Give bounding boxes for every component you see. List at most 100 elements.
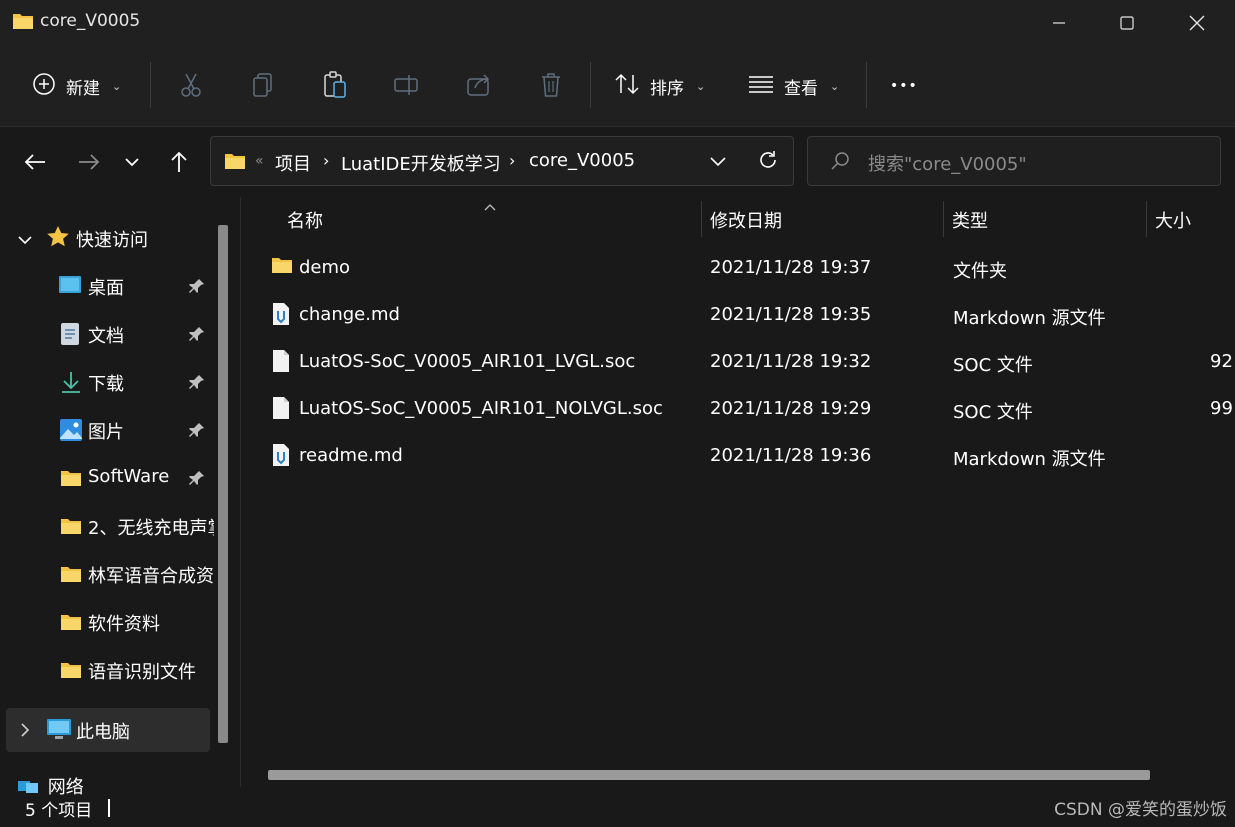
close-button[interactable] — [1163, 0, 1231, 46]
sidebar-item-label: 语音识别文件 — [88, 662, 196, 683]
search-icon — [830, 151, 850, 175]
file-size: 92 — [1210, 351, 1233, 372]
breadcrumb-overflow[interactable]: « — [255, 153, 264, 169]
chevron-down-icon: ⌄ — [112, 79, 122, 93]
download-icon — [60, 370, 82, 398]
view-button[interactable]: 查看 ⌄ — [748, 64, 839, 108]
sidebar-item-this-pc[interactable]: 此电脑 — [6, 708, 210, 752]
window-title: core_V0005 — [40, 11, 141, 31]
column-header-type[interactable]: 类型 — [952, 207, 988, 233]
file-name: LuatOS-SoC_V0005_AIR101_LVGL.soc — [299, 351, 636, 372]
markdown-file-icon — [271, 443, 291, 471]
column-divider[interactable] — [701, 201, 702, 237]
sort-button[interactable]: 排序 ⌄ — [614, 64, 705, 108]
sidebar-item-label: SoftWare — [88, 466, 170, 487]
search-input[interactable]: 搜索"core_V0005" — [868, 150, 1027, 176]
file-name: LuatOS-SoC_V0005_AIR101_NOLVGL.soc — [299, 398, 663, 419]
sidebar-item-desktop[interactable]: 桌面 — [0, 264, 216, 308]
chevron-down-icon[interactable] — [18, 230, 32, 249]
file-row[interactable]: LuatOS-SoC_V0005_AIR101_LVGL.soc 2021/11… — [263, 341, 1233, 385]
chevron-down-icon: ⌄ — [830, 79, 840, 93]
column-header-name[interactable]: 名称 — [287, 207, 323, 233]
sidebar-item-quick-access[interactable]: 快速访问 — [0, 216, 216, 260]
breadcrumb-item[interactable]: core_V0005 — [529, 150, 635, 171]
pin-icon[interactable] — [188, 373, 206, 395]
pin-icon[interactable] — [188, 277, 206, 299]
file-type: 文件夹 — [953, 261, 1007, 282]
status-bar: 网络 5 个项目 CSDN @爱笑的蛋炒饭 — [0, 777, 1235, 827]
column-header-modified[interactable]: 修改日期 — [710, 207, 782, 233]
new-button[interactable]: 新建 ⌄ — [32, 64, 121, 108]
chevron-right-icon[interactable] — [20, 722, 30, 741]
pin-icon[interactable] — [188, 325, 206, 347]
delete-icon[interactable] — [536, 70, 566, 100]
file-row[interactable]: change.md 2021/11/28 19:35 Markdown 源文件 — [263, 294, 1223, 338]
sidebar-item-software-docs[interactable]: 软件资料 — [0, 600, 216, 644]
title-bar[interactable]: core_V0005 — [0, 0, 1235, 46]
folder-icon — [59, 516, 83, 540]
file-modified: 2021/11/28 19:32 — [710, 351, 872, 372]
sidebar-item-label: 快速访问 — [76, 230, 148, 251]
maximize-button[interactable] — [1093, 0, 1161, 46]
recent-locations-button[interactable] — [117, 147, 147, 177]
file-row[interactable]: LuatOS-SoC_V0005_AIR101_NOLVGL.soc 2021/… — [263, 388, 1233, 432]
breadcrumb-item[interactable]: 项目 — [275, 150, 311, 176]
file-list: 名称 修改日期 类型 大小 demo 2021/11/28 19:37 文件夹 … — [241, 197, 1235, 787]
sidebar-item-documents[interactable]: 文档 — [0, 312, 216, 356]
sidebar-item-software[interactable]: SoftWare — [0, 456, 216, 500]
file-modified: 2021/11/28 19:36 — [710, 445, 872, 466]
minimize-button[interactable] — [1025, 0, 1093, 46]
sidebar-item-wireless-charging[interactable]: 2、无线充电声掌 — [0, 504, 216, 548]
sidebar-item-label: 林军语音合成资 — [88, 566, 214, 587]
file-row[interactable]: demo 2021/11/28 19:37 文件夹 — [263, 247, 1223, 291]
column-header-size[interactable]: 大小 — [1155, 207, 1191, 233]
column-divider[interactable] — [1146, 201, 1147, 237]
file-icon — [271, 396, 291, 424]
up-button[interactable] — [164, 147, 194, 177]
pin-icon[interactable] — [188, 469, 206, 491]
sidebar-item-pictures[interactable]: 图片 — [0, 408, 216, 452]
sort-label: 排序 — [650, 78, 684, 99]
file-icon — [271, 349, 291, 377]
plus-circle-icon — [32, 72, 56, 101]
share-icon[interactable] — [464, 70, 494, 100]
item-count: 5 个项目 — [25, 801, 93, 821]
address-history-chevron-icon[interactable] — [709, 153, 727, 172]
file-name: demo — [299, 257, 351, 278]
sidebar-scrollbar[interactable] — [218, 225, 228, 743]
horizontal-scrollbar[interactable] — [268, 770, 1150, 780]
breadcrumb-separator[interactable]: › — [323, 151, 329, 170]
refresh-icon[interactable] — [757, 149, 779, 175]
file-row[interactable]: readme.md 2021/11/28 19:36 Markdown 源文件 — [263, 435, 1223, 479]
sort-ascending-icon — [483, 197, 497, 216]
folder-icon — [271, 255, 293, 279]
folder-icon — [59, 660, 83, 684]
pictures-icon — [59, 418, 83, 446]
paste-icon[interactable] — [320, 70, 350, 100]
sidebar-item-label: 2、无线充电声掌 — [88, 518, 214, 539]
folder-icon — [59, 564, 83, 588]
more-options-button[interactable]: ••• — [890, 64, 918, 108]
sidebar-item-label: 此电脑 — [76, 722, 130, 743]
sidebar-item-speech-synthesis[interactable]: 林军语音合成资 — [0, 552, 216, 596]
forward-button[interactable] — [74, 147, 104, 177]
view-label: 查看 — [784, 78, 818, 99]
copy-icon[interactable] — [248, 70, 278, 100]
address-bar[interactable]: « 项目 › LuatIDE开发板学习 › core_V0005 — [210, 136, 794, 186]
column-divider[interactable] — [943, 201, 944, 237]
rename-icon[interactable] — [392, 70, 422, 100]
sidebar-item-speech-recognition[interactable]: 语音识别文件 — [0, 648, 216, 692]
breadcrumb-separator[interactable]: › — [509, 151, 515, 170]
file-modified: 2021/11/28 19:35 — [710, 304, 872, 325]
file-type: SOC 文件 — [953, 402, 1033, 423]
back-button[interactable] — [20, 147, 50, 177]
search-box[interactable]: 搜索"core_V0005" — [807, 136, 1221, 186]
file-name: change.md — [299, 304, 400, 325]
chevron-down-icon: ⌄ — [696, 79, 706, 93]
sidebar-item-downloads[interactable]: 下载 — [0, 360, 216, 404]
navigation-bar: « 项目 › LuatIDE开发板学习 › core_V0005 搜索"core… — [0, 127, 1235, 197]
breadcrumb-item[interactable]: LuatIDE开发板学习 — [341, 150, 501, 176]
cut-icon[interactable] — [176, 70, 206, 100]
sidebar-item-label: 图片 — [88, 422, 124, 443]
pin-icon[interactable] — [188, 421, 206, 443]
